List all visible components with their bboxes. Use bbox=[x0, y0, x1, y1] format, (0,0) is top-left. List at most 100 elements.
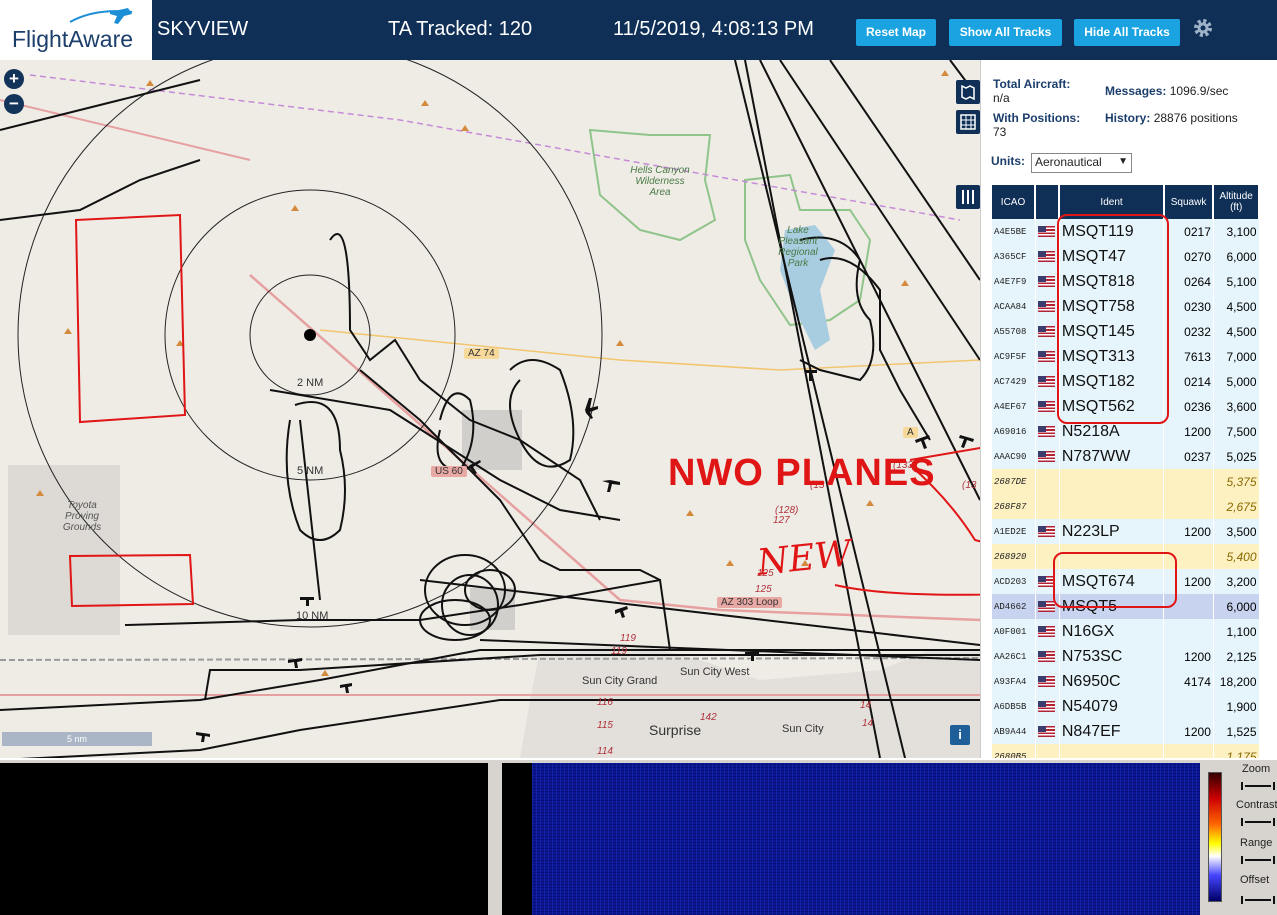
map-view[interactable]: + − 2 NM 5 NM 10 NM Hells Canyon Wildern… bbox=[0, 60, 980, 758]
history-value: 28876 positions bbox=[1153, 111, 1238, 125]
urban-area bbox=[520, 645, 980, 758]
total-aircraft-value: n/a bbox=[993, 91, 1010, 105]
altitude-cell: 6,000 bbox=[1213, 594, 1260, 619]
columns-icon[interactable] bbox=[956, 185, 980, 209]
altitude-cell: 2,675 bbox=[1213, 494, 1260, 519]
icao-cell: A0F001 bbox=[992, 619, 1036, 644]
icao-cell: AD4662 bbox=[992, 594, 1036, 619]
range-slider[interactable] bbox=[1241, 856, 1275, 864]
icao-cell: 268920 bbox=[992, 544, 1036, 569]
table-row[interactable]: AAAC90 N787WW 0237 5,025 bbox=[992, 444, 1260, 469]
column-header-squawk[interactable]: Squawk bbox=[1163, 185, 1215, 219]
table-row[interactable]: AB9A44 N847EF 1200 1,525 bbox=[992, 719, 1260, 744]
offset-slider[interactable] bbox=[1241, 896, 1275, 904]
squawk-cell: 0214 bbox=[1163, 369, 1214, 394]
flightaware-logo[interactable]: FlightAware bbox=[0, 0, 152, 60]
altitude-cell: 1,100 bbox=[1213, 619, 1260, 644]
proving-grounds-area bbox=[8, 465, 120, 635]
table-row[interactable]: A93FA4 N6950C 4174 18,200 bbox=[992, 669, 1260, 694]
units-select[interactable]: Aeronautical ▼ bbox=[1031, 153, 1132, 173]
squawk-cell: 0264 bbox=[1163, 269, 1214, 294]
total-aircraft: Total Aircraft: n/a bbox=[993, 77, 1070, 105]
column-header-altitude[interactable]: Altitude (ft) bbox=[1213, 185, 1260, 219]
flag-cell bbox=[1035, 269, 1060, 294]
flag-cell bbox=[1035, 244, 1060, 269]
map-layers-icon[interactable] bbox=[956, 80, 980, 104]
ident-cell: N6950C bbox=[1059, 669, 1165, 694]
table-row[interactable]: A1ED2E N223LP 1200 3,500 bbox=[992, 519, 1260, 544]
road-label: AZ 303 Loop bbox=[717, 597, 783, 608]
flag-cell bbox=[1035, 719, 1060, 744]
table-row[interactable]: AA26C1 N753SC 1200 2,125 bbox=[992, 644, 1260, 669]
gear-icon[interactable] bbox=[1191, 16, 1215, 40]
us-flag-icon bbox=[1037, 700, 1055, 712]
grid-icon[interactable] bbox=[956, 110, 980, 134]
flag-cell bbox=[1035, 644, 1060, 669]
altitude-cell: 6,000 bbox=[1213, 244, 1260, 269]
flag-cell bbox=[1035, 294, 1060, 319]
aircraft-icon bbox=[615, 606, 628, 618]
table-row[interactable]: 2687DE 5,375 bbox=[992, 469, 1260, 494]
zoom-in-button[interactable]: + bbox=[4, 69, 24, 89]
place-label: Toyota Proving Grounds bbox=[62, 500, 102, 533]
squawk-cell: 0232 bbox=[1163, 319, 1214, 344]
icao-cell: AA26C1 bbox=[992, 644, 1036, 669]
map-canvas[interactable] bbox=[0, 60, 980, 758]
show-all-tracks-button[interactable]: Show All Tracks bbox=[949, 19, 1062, 46]
zoom-out-button[interactable]: − bbox=[4, 94, 24, 114]
table-row[interactable]: A0F001 N16GX 1,100 bbox=[992, 619, 1260, 644]
squawk-cell: 4174 bbox=[1163, 669, 1214, 694]
squawk-cell: 1200 bbox=[1163, 419, 1214, 444]
aircraft-icon bbox=[340, 683, 352, 693]
table-row[interactable]: 268F87 2,675 bbox=[992, 494, 1260, 519]
altitude-cell: 5,000 bbox=[1213, 369, 1260, 394]
us-flag-icon bbox=[1037, 725, 1055, 737]
place-label: Lake Pleasant Regional Park bbox=[778, 225, 818, 269]
road-number: 114 bbox=[597, 746, 613, 757]
icao-cell: 268F87 bbox=[992, 494, 1036, 519]
aircraft-icon bbox=[602, 480, 620, 492]
us-flag-icon bbox=[1037, 675, 1055, 687]
squawk-cell: 1200 bbox=[1163, 644, 1214, 669]
icao-cell: A1ED2E bbox=[992, 519, 1036, 544]
us-flag-icon bbox=[1037, 350, 1055, 362]
units-label: Units: bbox=[991, 154, 1025, 168]
icao-cell: 2687DE bbox=[992, 469, 1036, 494]
hide-all-tracks-button[interactable]: Hide All Tracks bbox=[1074, 19, 1180, 46]
altitude-cell: 5,400 bbox=[1213, 544, 1260, 569]
history-label: History: bbox=[1105, 111, 1151, 125]
table-row[interactable]: 2680B5 1,175 bbox=[992, 744, 1260, 758]
us-flag-icon bbox=[1037, 325, 1055, 337]
range-label: 5 NM bbox=[297, 465, 324, 477]
us-flag-icon bbox=[1037, 525, 1055, 537]
waterfall-display[interactable] bbox=[532, 763, 1200, 915]
altitude-cell: 5,375 bbox=[1213, 469, 1260, 494]
table-row[interactable]: A6DB5B N54079 1,900 bbox=[992, 694, 1260, 719]
nwo-planes-annotation: NWO PLANES bbox=[668, 452, 936, 494]
road-label: AZ 74 bbox=[464, 348, 499, 359]
place-label: Sun City Grand bbox=[582, 675, 658, 687]
altitude-cell: 1,175 bbox=[1213, 744, 1260, 758]
zoom-slider[interactable] bbox=[1241, 782, 1275, 790]
column-header-icao[interactable]: ICAO bbox=[992, 185, 1037, 219]
ident-cell bbox=[1059, 494, 1165, 519]
place-label: Sun City bbox=[782, 723, 824, 735]
icao-cell: A6DB5B bbox=[992, 694, 1036, 719]
aircraft-icon bbox=[300, 597, 314, 606]
flag-cell bbox=[1035, 619, 1060, 644]
info-button[interactable]: i bbox=[950, 725, 970, 745]
altitude-cell: 4,500 bbox=[1213, 319, 1260, 344]
column-header-flag[interactable] bbox=[1035, 185, 1061, 219]
messages: Messages: 1096.9/sec bbox=[1105, 84, 1228, 98]
place-label: Surprise bbox=[649, 722, 702, 738]
altitude-cell: 7,500 bbox=[1213, 419, 1260, 444]
road-number: 14 bbox=[860, 700, 872, 711]
squawk-cell bbox=[1163, 619, 1214, 644]
squawk-cell: 1200 bbox=[1163, 519, 1214, 544]
reset-map-button[interactable]: Reset Map bbox=[856, 19, 936, 46]
altitude-cell: 3,100 bbox=[1213, 219, 1260, 244]
flag-cell bbox=[1035, 419, 1060, 444]
flag-cell bbox=[1035, 519, 1060, 544]
contrast-slider[interactable] bbox=[1241, 818, 1275, 826]
squawk-cell bbox=[1163, 744, 1214, 758]
